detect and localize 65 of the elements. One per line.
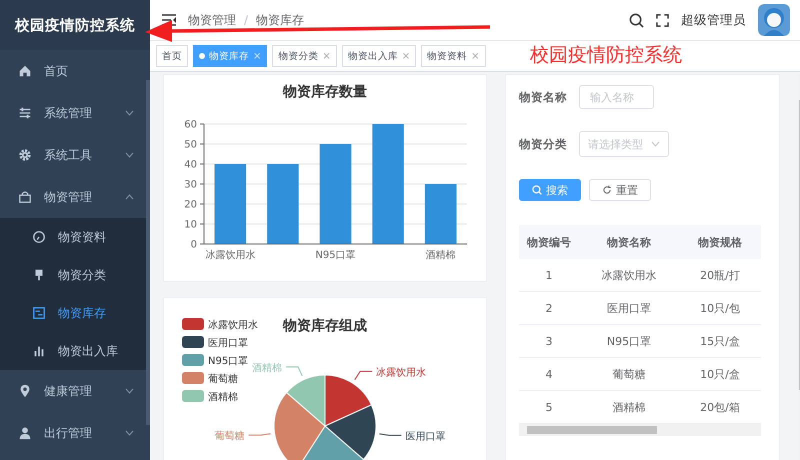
tab-label: 首页 [162, 50, 182, 62]
annotation-text: 校园疫情防控系统 [530, 43, 682, 68]
table-cell: 10只/包 [679, 292, 761, 324]
chart-title: 物资库存数量 [283, 84, 367, 100]
axis-label: 10 [184, 220, 197, 230]
sidebar-item[interactable]: 系统工具 [0, 134, 150, 176]
reset-button[interactable]: 重置 [589, 179, 651, 201]
tab[interactable]: 物资资料 × [421, 45, 486, 67]
axis-label: 20 [184, 200, 197, 210]
sidebar-item[interactable]: 物资管理 [0, 176, 150, 218]
column-header[interactable]: 物资规格 [679, 225, 761, 259]
submenu-item[interactable]: 物资分类 [0, 256, 150, 294]
slice-label: 酒精棉 [252, 362, 282, 374]
axis-label: 冰露饮用水 [205, 250, 256, 261]
table-cell: 4 [519, 358, 579, 390]
column-header[interactable]: 物资名称 [579, 225, 679, 259]
table-cell: 15只/盒 [679, 324, 761, 358]
tab-label: 物资库存 [209, 50, 249, 62]
tab-label: 物资出入库 [348, 50, 398, 62]
legend-label: 冰露饮用水 [208, 320, 258, 331]
axis-label: 40 [184, 160, 197, 170]
legend-label: 葡萄糖 [208, 374, 238, 385]
table-cell: 冰露饮用水 [579, 259, 679, 292]
table-cell: 1 [519, 259, 579, 292]
axis-label: 酒精棉 [426, 250, 456, 261]
table-cell: 2 [519, 292, 579, 324]
slice-label: 医用口罩 [405, 431, 446, 442]
breadcrumb-separator: / [244, 13, 248, 27]
table-cell: 20瓶/打 [679, 259, 761, 292]
axis-label: 30 [184, 180, 197, 190]
tab[interactable]: 物资分类 × [272, 45, 337, 67]
legend-label: N95口罩 [208, 356, 248, 367]
sidebar-item[interactable]: 健康管理 [0, 370, 150, 412]
submenu-item[interactable]: 物资出入库 [0, 332, 150, 370]
sidebar-item[interactable]: 系统管理 [0, 92, 150, 134]
axis-label: 0 [190, 240, 197, 250]
column-header[interactable]: 物资编号 [519, 225, 579, 259]
table-cell: 10只/盒 [679, 358, 761, 390]
submenu-item[interactable]: 物资库存 [0, 294, 150, 332]
table-cell: 3 [519, 324, 579, 358]
tab[interactable]: 物资出入库 × [342, 45, 416, 67]
legend-label: 医用口罩 [208, 338, 248, 349]
table-cell: 医用口罩 [579, 292, 679, 324]
table-cell: N95口罩 [579, 324, 679, 358]
breadcrumb-item[interactable]: 物资库存 [256, 12, 304, 28]
axis-label: 60 [184, 120, 197, 130]
field-label: 物资分类 [519, 136, 567, 152]
field-label: 物资名称 [519, 90, 567, 104]
tab-label: 物资资料 [427, 50, 468, 62]
user-name[interactable]: 超级管理员 [681, 12, 746, 28]
chart-title: 物资库存组成 [283, 318, 367, 334]
submenu-item[interactable]: 物资资料 [0, 218, 150, 256]
slice-label: 葡萄糖 [214, 431, 245, 442]
sidebar-item[interactable]: 首页 [0, 50, 150, 92]
breadcrumb-item[interactable]: 物资管理 [188, 12, 236, 28]
table-cell: 葡萄糖 [579, 358, 679, 390]
input-field[interactable]: 输入名称 [579, 85, 654, 109]
tab-label: 物资分类 [278, 50, 318, 62]
sidebar-item[interactable]: 出行管理 [0, 412, 150, 454]
axis-label: 50 [184, 140, 197, 150]
legend-label: 酒精棉 [208, 392, 238, 403]
slice-label: 冰露饮用水 [376, 367, 426, 378]
tab[interactable]: 首页 [156, 45, 188, 67]
app-logo-title: 校园疫情防控系统 [0, 0, 150, 50]
axis-label: N95口罩 [315, 250, 356, 261]
